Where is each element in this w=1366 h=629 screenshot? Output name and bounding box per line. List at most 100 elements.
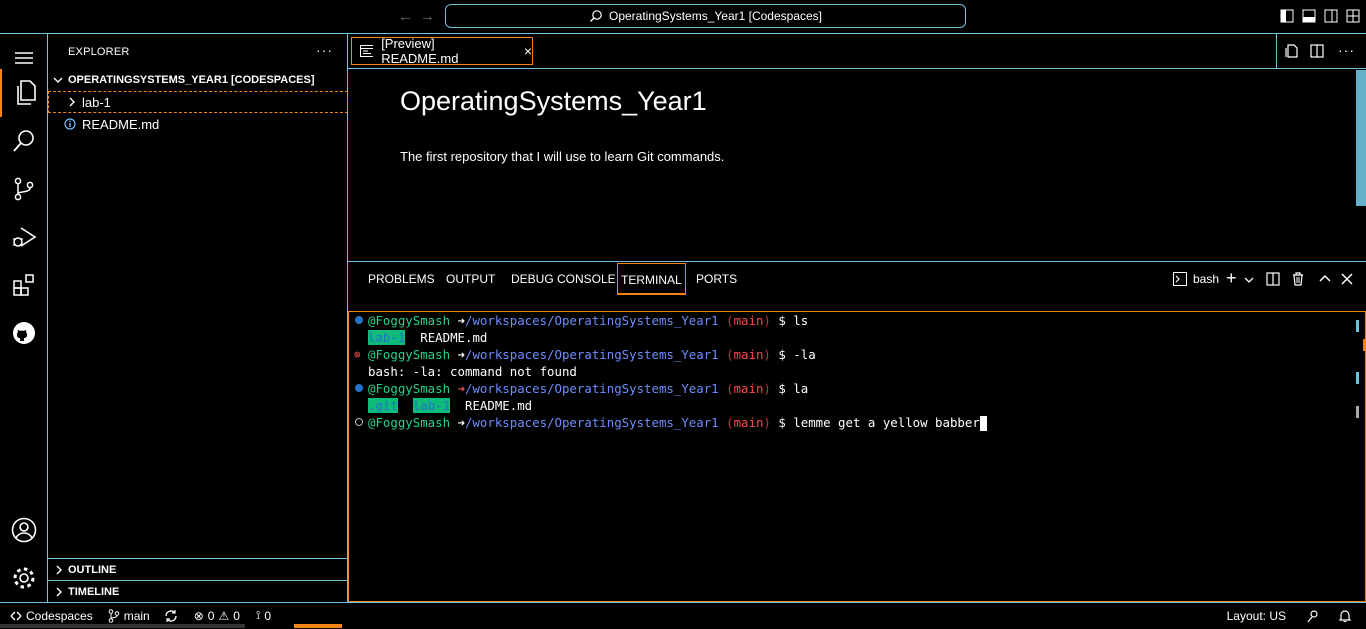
- close-icon[interactable]: [1341, 273, 1353, 285]
- split-terminal-icon[interactable]: [1266, 272, 1280, 286]
- warning-icon: ⚠: [218, 608, 230, 623]
- chevron-down-icon[interactable]: [1244, 275, 1254, 285]
- manage-button[interactable]: [0, 554, 48, 602]
- scroll-marker: [1356, 372, 1359, 384]
- command-success-icon: [355, 384, 363, 392]
- close-icon[interactable]: ×: [524, 43, 532, 59]
- toggle-primary-sidebar-icon[interactable]: [1280, 9, 1294, 23]
- scroll-marker: [1356, 406, 1359, 418]
- remote-label: Codespaces: [26, 608, 93, 623]
- terminal-line: @FoggySmash ➜/workspaces/OperatingSystem…: [368, 381, 809, 396]
- workspace-name: OPERATINGSYSTEMS_YEAR1 [CODESPACES]: [68, 74, 315, 86]
- branch-icon: [108, 608, 120, 623]
- bottom-panel: PROBLEMS OUTPUT DEBUG CONSOLE TERMINAL P…: [348, 262, 1366, 602]
- chevron-right-icon: [54, 565, 64, 575]
- search-button[interactable]: [0, 117, 48, 165]
- command-pending-icon: [355, 418, 363, 426]
- more-actions-icon[interactable]: ···: [1338, 42, 1355, 58]
- back-arrow-icon[interactable]: ←: [398, 8, 413, 25]
- command-success-icon: [355, 316, 363, 324]
- chevron-right-icon: [67, 97, 77, 107]
- shell-name: bash: [1193, 272, 1220, 286]
- more-actions-icon[interactable]: ···: [316, 42, 333, 58]
- keyboard-layout[interactable]: Layout: US: [1227, 603, 1286, 629]
- forward-arrow-icon[interactable]: →: [420, 8, 435, 25]
- tree-item-folder[interactable]: lab-1: [48, 91, 348, 113]
- preview-icon: [360, 45, 374, 57]
- tab-terminal[interactable]: TERMINAL: [617, 263, 686, 295]
- chevron-right-icon: [54, 587, 64, 597]
- tab-problems[interactable]: PROBLEMS: [368, 262, 435, 296]
- terminal[interactable]: @FoggySmash ➜/workspaces/OperatingSystem…: [348, 311, 1366, 602]
- editor-tabs: [Preview] README.md × ···: [348, 34, 1366, 69]
- toggle-secondary-sidebar-icon[interactable]: [1324, 9, 1338, 23]
- terminal-line: @FoggySmash ➜/workspaces/OperatingSystem…: [368, 414, 987, 431]
- feedback-icon: [1307, 609, 1318, 622]
- search-icon: [589, 10, 602, 22]
- folder-label: lab-1: [82, 94, 111, 110]
- explorer-button[interactable]: [0, 69, 48, 117]
- maximize-panel-icon[interactable]: [1319, 273, 1331, 285]
- broadcast-icon: ⟟: [255, 608, 261, 622]
- toggle-panel-icon[interactable]: [1302, 9, 1316, 23]
- command-center[interactable]: OperatingSystems_Year1 [Codespaces]: [445, 4, 966, 28]
- trash-icon[interactable]: [1291, 272, 1305, 286]
- run-debug-icon: [13, 227, 37, 247]
- editor-area: [Preview] README.md × ··· OperatingSyste…: [348, 34, 1366, 262]
- extensions-button[interactable]: [0, 261, 48, 309]
- tab-ports[interactable]: PORTS: [696, 262, 737, 296]
- outline-label: OUTLINE: [68, 563, 117, 576]
- accounts-button[interactable]: [0, 506, 48, 554]
- customize-layout-icon[interactable]: [1346, 9, 1360, 23]
- file-label: README.md: [82, 116, 160, 132]
- open-source-icon[interactable]: [1285, 44, 1299, 58]
- tree-item-file[interactable]: README.md: [48, 113, 348, 135]
- github-button[interactable]: [0, 309, 48, 357]
- title-bar: ← → OperatingSystems_Year1 [Codespaces]: [0, 0, 1366, 34]
- explorer-sidebar: EXPLORER ··· OPERATINGSYSTEMS_YEAR1 [COD…: [48, 34, 348, 602]
- error-count: 0: [207, 608, 215, 623]
- outline-section[interactable]: OUTLINE: [48, 558, 347, 580]
- tab-readme-preview[interactable]: [Preview] README.md ×: [351, 36, 533, 66]
- status-accent: [294, 624, 342, 628]
- timeline-label: TIMELINE: [68, 585, 120, 598]
- account-icon: [11, 517, 37, 543]
- layout-label: Layout: US: [1226, 608, 1286, 623]
- divider: [1276, 34, 1277, 68]
- split-editor-icon[interactable]: [1310, 44, 1324, 58]
- gear-icon: [13, 567, 35, 589]
- terminal-icon: [1173, 272, 1187, 286]
- tab-label: [Preview] README.md: [381, 36, 459, 66]
- editor-scrollbar[interactable]: [1356, 70, 1366, 206]
- terminal-cursor: [979, 416, 987, 431]
- bell-icon: [1338, 609, 1352, 622]
- tab-debug-console[interactable]: DEBUG CONSOLE: [511, 262, 616, 296]
- terminal-selector[interactable]: bash: [1173, 272, 1219, 286]
- terminal-line: @FoggySmash ➜/workspaces/OperatingSystem…: [368, 313, 809, 328]
- terminal-line: .git lab-1 README.md: [368, 398, 533, 413]
- timeline-section[interactable]: TIMELINE: [48, 580, 347, 602]
- terminal-line: @FoggySmash ➜/workspaces/OperatingSystem…: [368, 347, 816, 362]
- notifications-button[interactable]: [1338, 603, 1352, 629]
- ports-indicator[interactable]: ⟟ 0: [256, 603, 271, 629]
- search-icon: [13, 130, 34, 152]
- preview-heading: OperatingSystems_Year1: [400, 86, 707, 116]
- preview-paragraph: The first repository that I will use to …: [400, 149, 725, 164]
- new-terminal-icon[interactable]: +: [1226, 268, 1237, 289]
- activity-bar: [0, 34, 48, 602]
- github-icon: [13, 322, 35, 344]
- run-debug-button[interactable]: [0, 213, 48, 261]
- scroll-marker: [1356, 320, 1359, 332]
- source-control-button[interactable]: [0, 165, 48, 213]
- source-control-icon: [14, 177, 34, 201]
- feedback-button[interactable]: [1306, 603, 1320, 629]
- explorer-title: EXPLORER: [68, 46, 130, 58]
- info-icon: [64, 118, 76, 130]
- hamburger-icon: [15, 52, 33, 64]
- chevron-down-icon: [53, 75, 63, 85]
- error-icon: ⊗: [193, 608, 204, 623]
- terminal-line: lab-1 README.md: [368, 330, 488, 345]
- tab-output[interactable]: OUTPUT: [446, 262, 495, 296]
- sync-icon: [165, 609, 177, 622]
- workspace-root[interactable]: OPERATINGSYSTEMS_YEAR1 [CODESPACES]: [48, 70, 348, 90]
